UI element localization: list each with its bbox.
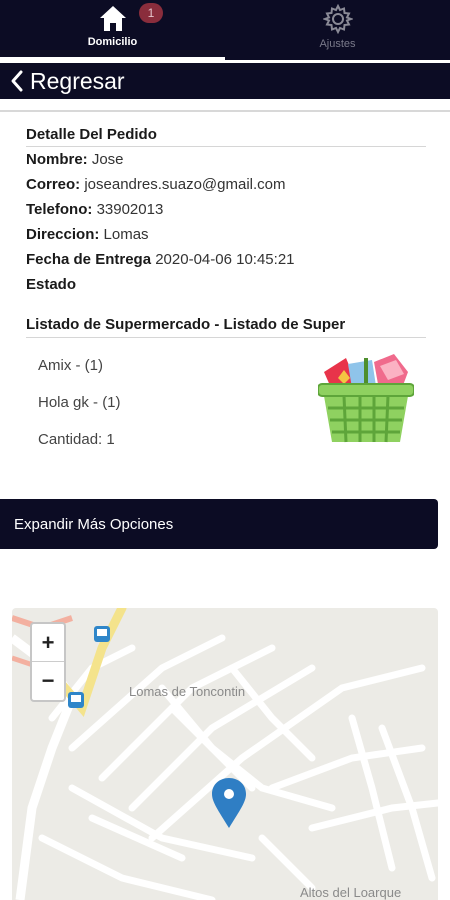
- map-view[interactable]: Lomas de Toncontin Altos del Loarque: [12, 608, 438, 900]
- zoom-out-button[interactable]: −: [32, 662, 64, 700]
- detail-row-telefono: Telefono: 33902013: [26, 197, 426, 222]
- gear-icon: [322, 4, 353, 34]
- list-item: Amix - (1): [38, 357, 103, 374]
- location-pin-icon: [212, 778, 246, 828]
- detail-value: 2020-04-06 10:45:21: [155, 251, 295, 268]
- back-button[interactable]: Regresar: [0, 63, 450, 99]
- bus-stop-icon: [68, 692, 84, 708]
- notification-badge: 1: [139, 3, 163, 23]
- detail-value: 33902013: [96, 201, 164, 218]
- active-tab-indicator: [0, 57, 225, 60]
- detail-row-fecha: Fecha de Entrega 2020-04-06 10:45:21: [26, 247, 426, 272]
- detail-row-direccion: Direccion: Lomas: [26, 222, 426, 247]
- list-title: Listado de Supermercado - Listado de Sup…: [26, 316, 426, 338]
- tab-domicilio[interactable]: 1 Domicilio: [0, 0, 225, 60]
- detail-value: Lomas: [103, 226, 149, 243]
- detail-key: Telefono:: [26, 201, 93, 218]
- list-item: Hola gk - (1): [38, 394, 121, 411]
- detail-row-correo: Correo: joseandres.suazo@gmail.com: [26, 172, 426, 197]
- detail-value: joseandres.suazo@gmail.com: [84, 176, 286, 193]
- back-label: Regresar: [30, 67, 125, 94]
- detail-key: Estado: [26, 276, 77, 293]
- detail-key: Direccion:: [26, 226, 100, 243]
- bus-stop-icon: [94, 626, 110, 642]
- chevron-left-icon: [11, 70, 23, 92]
- tab-ajustes[interactable]: Ajustes: [225, 0, 450, 60]
- map-streets: [12, 608, 438, 900]
- shopping-basket-icon: [318, 354, 414, 443]
- expand-options-button[interactable]: Expandir Más Opciones: [0, 499, 438, 549]
- detail-key: Correo:: [26, 176, 81, 193]
- zoom-in-button[interactable]: +: [32, 624, 64, 662]
- detail-key: Nombre:: [26, 151, 88, 168]
- detail-value: Jose: [91, 151, 124, 168]
- section-title: Detalle Del Pedido: [26, 126, 426, 147]
- zoom-control: + −: [30, 622, 66, 702]
- map-label: Lomas de Toncontin: [129, 684, 246, 699]
- tab-bar: 1 Domicilio Ajustes: [0, 0, 450, 60]
- tab-ajustes-label: Ajustes: [319, 38, 356, 50]
- home-icon: [99, 6, 126, 31]
- map-label: Altos del Loarque: [300, 885, 402, 900]
- detail-row-estado: Estado: [26, 272, 426, 297]
- detail-key: Fecha de Entrega: [26, 251, 152, 268]
- tab-domicilio-label: Domicilio: [87, 36, 138, 48]
- detail-row-nombre: Nombre: Jose: [26, 147, 426, 172]
- divider: [0, 110, 450, 112]
- list-item: Cantidad: 1: [38, 431, 115, 448]
- list-items: Amix - (1) Hola gk - (1) Cantidad: 1: [38, 352, 121, 463]
- order-details: Detalle Del Pedido Nombre: Jose Correo: …: [26, 126, 426, 297]
